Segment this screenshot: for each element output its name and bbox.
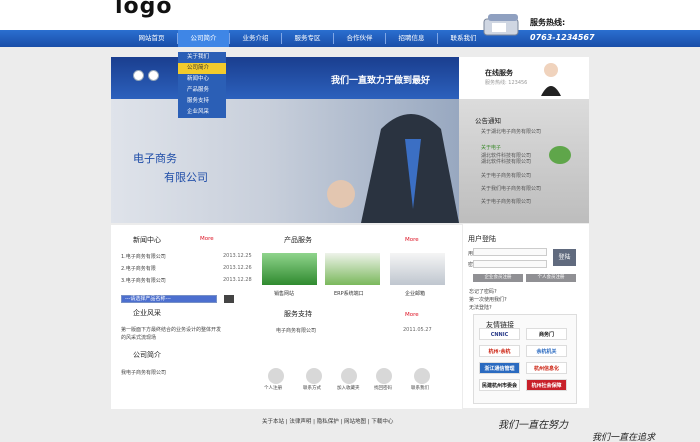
notice-item[interactable]: 关于电子 <box>481 144 501 151</box>
culture-text: 的风采式流现场 <box>121 335 157 341</box>
link-tile[interactable]: 余杭机关 <box>526 345 567 357</box>
icon-caption: 联系方式 <box>303 386 321 391</box>
banner-slogan: 我们一直致力于做到最好 <box>331 76 431 86</box>
news-date: 2013.12.25 <box>223 253 252 259</box>
submenu-item[interactable]: 公司简介 <box>178 63 226 74</box>
search-icon[interactable] <box>376 368 392 384</box>
submenu-item[interactable]: 产品服务 <box>178 85 226 96</box>
contact-us-icon[interactable] <box>414 368 430 384</box>
header: logo <box>0 0 700 30</box>
notice-item[interactable]: 关于湖北电子商务有限公司 <box>481 128 541 135</box>
submenu-item[interactable]: 关于我们 <box>178 52 226 63</box>
phone-icon <box>483 14 519 36</box>
notice-item[interactable]: 关于电子商务有限公司 <box>481 198 531 205</box>
product-caption: 销售网站 <box>274 291 295 297</box>
support-more-link[interactable]: More <box>405 312 419 318</box>
news-date: 2013.12.28 <box>223 277 252 283</box>
submenu-item[interactable]: 新闻中心 <box>178 74 226 85</box>
online-service: 在线服务 服务热线: 123456 <box>459 57 589 99</box>
submenu-item[interactable]: 企业风采 <box>178 107 226 118</box>
businessman-image <box>327 114 459 223</box>
login-button[interactable]: 登陆 <box>553 249 576 266</box>
notice-panel: 公告通知 关于湖北电子商务有限公司 关于电子 湖北软件科技有限公司 湖北软件科技… <box>459 99 589 223</box>
product-caption: ERP系统端口 <box>334 291 364 297</box>
first-time-link[interactable]: 第一次使用我们? <box>469 296 507 303</box>
news-more-link[interactable]: More <box>200 236 214 242</box>
register-icon[interactable] <box>268 368 284 384</box>
product-caption: 企业邮箱 <box>405 291 426 297</box>
main-nav: 网站首页 公司简介 业务介绍 服务专区 合作伙伴 招聘信息 联系我们 <box>0 30 700 47</box>
nav-partners[interactable]: 合作伙伴 <box>334 30 385 47</box>
support-title: 服务支持 <box>284 310 312 318</box>
password-input[interactable] <box>473 260 547 268</box>
link-tile[interactable]: 商务门 <box>526 328 567 340</box>
cannot-login-link[interactable]: 无法登陆? <box>469 304 492 311</box>
notice-item[interactable]: 关于电子商务有限公司 <box>481 172 531 179</box>
enterprise-register-button[interactable]: 企业会员注册 <box>473 274 523 282</box>
link-tile[interactable]: 民建杭州市委会 <box>479 379 520 391</box>
banner-title-2: 有限公司 <box>164 171 208 184</box>
left-column: 新闻中心 More 1.电子商务有限公司 2013.12.25 2.电子商务有限… <box>111 225 258 409</box>
page: logo 网站首页 公司简介 业务介绍 服务专区 合作伙伴 招聘信息 联系我们 … <box>0 0 700 442</box>
culture-text: 第一版面下方最终结合的业务设计的整体开发 <box>121 327 222 333</box>
nav-service[interactable]: 服务专区 <box>282 30 333 47</box>
forgot-link[interactable]: 忘记了密码? <box>469 288 497 295</box>
agent-avatar <box>541 63 561 96</box>
icon-caption: 找回密码 <box>374 386 392 391</box>
handwritten-slogan-1: 我们一直在努力 <box>498 420 568 431</box>
news-date: 2013.12.26 <box>223 265 252 271</box>
link-tile[interactable]: 杭州社会保障 <box>526 379 567 391</box>
handwritten-slogan-2: 我们一直在追求 <box>592 433 656 442</box>
nav-jobs[interactable]: 招聘信息 <box>386 30 437 47</box>
personal-register-button[interactable]: 个人会员注册 <box>526 274 576 282</box>
next-arrow-icon[interactable] <box>148 70 159 81</box>
product-thumb[interactable] <box>325 253 380 285</box>
about-text: 我电子商务有限公司 <box>121 370 167 376</box>
news-title: 新闻中心 <box>133 236 161 244</box>
news-item[interactable]: 1.电子商务有限公司 <box>121 253 166 260</box>
link-tile[interactable]: 浙江通信管理 <box>479 362 520 374</box>
service-title: 在线服务 <box>485 69 513 77</box>
hero-banner: 我们一直致力于做到最好 电子商务 有限公司 <box>111 57 459 223</box>
submenu: 关于我们 公司简介 新闻中心 产品服务 服务支持 企业风采 <box>178 52 226 118</box>
icon-caption: 联系我们 <box>411 386 429 391</box>
refresh-icon[interactable] <box>549 146 571 164</box>
login-title: 用户登陆 <box>468 235 496 243</box>
service-sub: 服务热线: 123456 <box>485 80 528 86</box>
icon-caption: 加入收藏夹 <box>337 386 360 391</box>
favorite-icon[interactable] <box>341 368 357 384</box>
hotline-number: 0763-1234567 <box>530 33 595 42</box>
contact-icon[interactable] <box>306 368 322 384</box>
icon-caption: 个人注册 <box>264 386 282 391</box>
link-tile[interactable]: CNNIC <box>479 328 520 340</box>
support-item[interactable]: 电子商务有限公司 <box>276 327 316 334</box>
nav-business[interactable]: 业务介绍 <box>230 30 281 47</box>
submenu-item[interactable]: 服务支持 <box>178 96 226 107</box>
products-more-link[interactable]: More <box>405 237 419 243</box>
products-title: 产品服务 <box>284 236 312 244</box>
notice-item[interactable]: 湖北软件科技有限公司 <box>481 158 531 165</box>
footer: 关于本站 | 法律声明 | 隐私保护 | 网站地图 | 下载中心 <box>0 413 700 429</box>
product-thumb[interactable] <box>390 253 445 285</box>
product-select[interactable]: ---请选择产品名称--- <box>121 295 217 303</box>
nav-about[interactable]: 公司简介 <box>178 30 229 47</box>
go-button[interactable] <box>224 295 234 303</box>
link-tile[interactable]: 杭州信息化 <box>526 362 567 374</box>
footer-links[interactable]: 关于本站 | 法律声明 | 隐私保护 | 网站地图 | 下载中心 <box>262 417 393 425</box>
product-thumb[interactable] <box>262 253 317 285</box>
logo[interactable]: logo <box>115 0 173 19</box>
link-tile[interactable]: 杭州·余杭 <box>479 345 520 357</box>
culture-title: 企业风采 <box>133 309 161 317</box>
banner-title-1: 电子商务 <box>133 152 177 165</box>
support-date: 2011.05.27 <box>403 327 432 333</box>
hotline-label: 服务热线: <box>530 18 566 27</box>
notice-item[interactable]: 关于我们电子商务有限公司 <box>481 185 541 192</box>
prev-arrow-icon[interactable] <box>133 70 144 81</box>
notice-title: 公告通知 <box>475 117 501 125</box>
about-title: 公司简介 <box>133 351 161 359</box>
news-item[interactable]: 2.电子商务有限 <box>121 265 156 272</box>
news-item[interactable]: 3.电子商务有限公司 <box>121 277 166 284</box>
username-input[interactable] <box>473 248 547 256</box>
nav-home[interactable]: 网站首页 <box>126 30 177 47</box>
